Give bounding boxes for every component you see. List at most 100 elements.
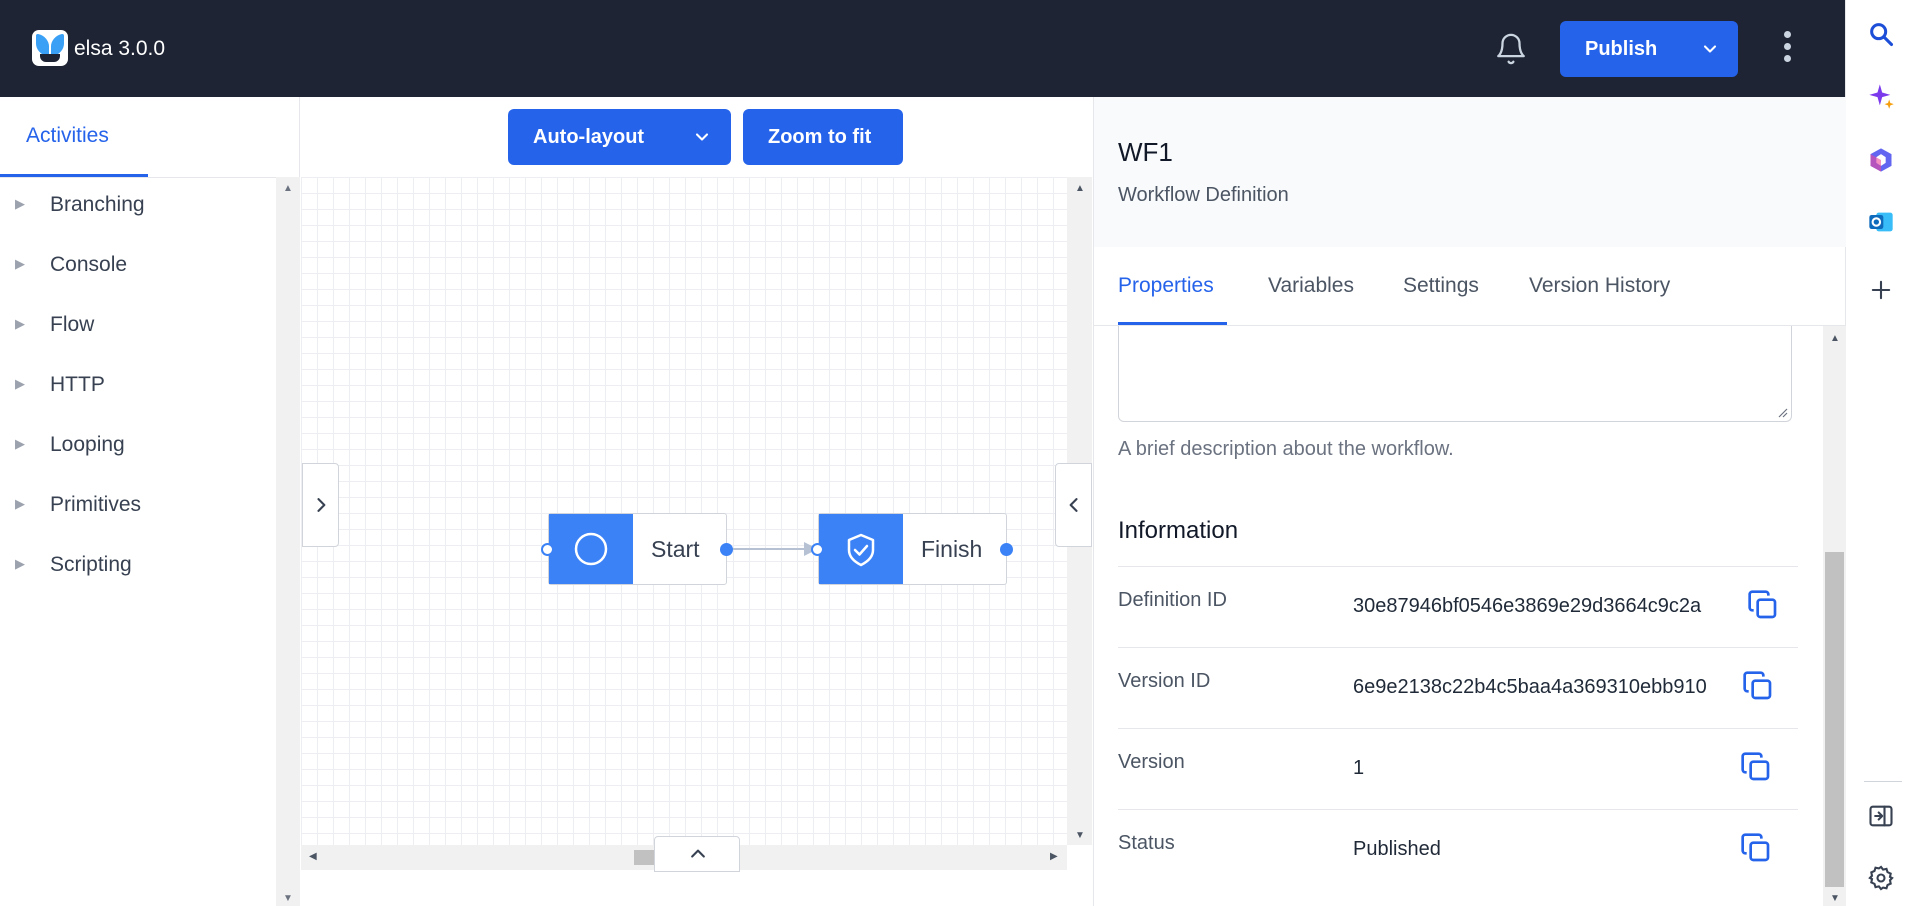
info-key: Version ID xyxy=(1118,670,1211,692)
category-label: Primitives xyxy=(50,493,142,516)
chevron-down-icon[interactable] xyxy=(692,127,712,153)
properties-panel: WF1 Workflow Definition Properties Varia… xyxy=(1093,97,1846,906)
expand-activities-panel-button[interactable] xyxy=(302,463,339,547)
expand-triangle-icon: ▶ xyxy=(15,556,25,571)
more-options-icon[interactable] xyxy=(1772,28,1802,70)
category-http[interactable]: ▶ HTTP xyxy=(0,363,276,407)
finish-output-port[interactable] xyxy=(1000,543,1013,556)
settings-icon[interactable] xyxy=(1867,864,1895,892)
scroll-down-arrow-icon[interactable]: ▼ xyxy=(1830,893,1840,904)
circle-icon xyxy=(549,514,633,584)
chevron-right-icon xyxy=(317,498,326,512)
expand-triangle-icon: ▶ xyxy=(15,256,25,271)
category-label: Console xyxy=(50,253,128,276)
properties-scrollbar[interactable]: ▲ ▼ xyxy=(1823,326,1846,906)
tab-settings[interactable]: Settings xyxy=(1403,247,1493,325)
expand-triangle-icon: ▶ xyxy=(15,436,25,451)
notifications-bell-icon[interactable] xyxy=(1494,32,1528,66)
category-looping[interactable]: ▶ Looping xyxy=(0,423,276,467)
tab-label: Version History xyxy=(1529,274,1671,297)
info-row-definition-id: Definition ID 30e87946bf0546e3869e29d366… xyxy=(1118,566,1798,647)
info-value: 1 xyxy=(1353,757,1365,779)
info-key: Status xyxy=(1118,832,1175,854)
workflow-title: WF1 xyxy=(1118,137,1173,167)
tab-version-history[interactable]: Version History xyxy=(1529,247,1689,325)
copy-icon[interactable] xyxy=(1742,670,1774,702)
category-console[interactable]: ▶ Console xyxy=(0,243,276,287)
tab-label: Properties xyxy=(1118,274,1214,297)
info-value: 30e87946bf0546e3869e29d3664c9c2a xyxy=(1353,595,1702,617)
chevron-left-icon xyxy=(1069,498,1078,512)
properties-header: WF1 Workflow Definition xyxy=(1094,97,1846,247)
tab-activities-label: Activities xyxy=(26,124,109,147)
copy-icon[interactable] xyxy=(1740,832,1772,864)
divider xyxy=(0,177,300,178)
scroll-right-arrow-icon[interactable]: ▶ xyxy=(1050,851,1058,862)
start-input-port[interactable] xyxy=(541,543,554,556)
auto-layout-label: Auto-layout xyxy=(533,126,645,148)
info-key: Definition ID xyxy=(1118,589,1227,611)
category-scripting[interactable]: ▶ Scripting xyxy=(0,543,276,587)
info-row-status: Status Published xyxy=(1118,809,1798,890)
copilot-icon[interactable] xyxy=(1867,82,1895,110)
scroll-left-arrow-icon[interactable]: ◀ xyxy=(309,851,317,862)
tab-activities[interactable]: Activities xyxy=(0,97,148,177)
copy-icon[interactable] xyxy=(1740,751,1772,783)
tab-properties[interactable]: Properties xyxy=(1118,247,1227,325)
expand-triangle-icon: ▶ xyxy=(15,376,25,391)
canvas-footer xyxy=(301,870,1092,906)
category-primitives[interactable]: ▶ Primitives xyxy=(0,483,276,527)
tab-variables[interactable]: Variables xyxy=(1268,247,1368,325)
activities-scrollbar[interactable]: ▲ ▼ xyxy=(276,177,300,906)
sidebar-toggle-icon[interactable] xyxy=(1867,802,1895,830)
node-label: Finish xyxy=(921,536,983,562)
browser-side-rail xyxy=(1845,0,1916,906)
publish-button-label: Publish xyxy=(1585,38,1658,60)
expand-bottom-panel-button[interactable] xyxy=(654,836,740,872)
publish-button[interactable]: Publish xyxy=(1560,21,1738,77)
search-icon[interactable] xyxy=(1867,20,1895,48)
info-row-version-id: Version ID 6e9e2138c22b4c5baa4a369310ebb… xyxy=(1118,647,1798,728)
scrollbar-thumb[interactable] xyxy=(1825,552,1844,887)
chevron-down-icon[interactable] xyxy=(1700,39,1720,65)
zoom-to-fit-button[interactable]: Zoom to fit xyxy=(743,109,903,165)
start-output-port[interactable] xyxy=(720,543,733,556)
description-textarea[interactable] xyxy=(1118,326,1792,422)
outlook-icon[interactable] xyxy=(1867,208,1895,236)
description-hint: A brief description about the workflow. xyxy=(1118,438,1454,460)
copy-icon[interactable] xyxy=(1747,589,1779,621)
zoom-to-fit-label: Zoom to fit xyxy=(768,126,872,148)
activities-panel: Activities ▶ Branching ▶ Console ▶ Flow … xyxy=(0,97,300,906)
expand-triangle-icon: ▶ xyxy=(15,496,25,511)
scroll-up-arrow-icon[interactable]: ▲ xyxy=(1830,333,1840,344)
category-branching[interactable]: ▶ Branching xyxy=(0,183,276,227)
category-label: Scripting xyxy=(50,553,132,576)
auto-layout-button[interactable]: Auto-layout xyxy=(508,109,731,165)
category-label: Branching xyxy=(50,193,145,216)
activity-node-finish[interactable]: Finish xyxy=(818,513,1007,585)
info-value: 6e9e2138c22b4c5baa4a369310ebb910 xyxy=(1353,676,1707,698)
expand-triangle-icon: ▶ xyxy=(15,316,25,331)
info-key: Version xyxy=(1118,751,1185,773)
scroll-down-arrow-icon[interactable]: ▼ xyxy=(283,893,293,904)
category-flow[interactable]: ▶ Flow xyxy=(0,303,276,347)
scroll-down-arrow-icon[interactable]: ▼ xyxy=(1075,830,1085,841)
shield-check-icon xyxy=(819,514,903,584)
plus-icon[interactable] xyxy=(1867,276,1895,304)
top-bar: elsa 3.0.0 Publish xyxy=(0,0,1845,97)
category-label: Flow xyxy=(50,313,95,336)
chevron-up-icon xyxy=(691,849,705,858)
microsoft365-icon[interactable] xyxy=(1867,146,1895,174)
app-title: elsa 3.0.0 xyxy=(74,37,166,60)
finish-input-port[interactable] xyxy=(811,543,824,556)
scroll-up-arrow-icon[interactable]: ▲ xyxy=(283,183,293,194)
designer-canvas-area: Auto-layout Zoom to fit Start Finish ▲ ▼ xyxy=(301,97,1092,906)
scroll-up-arrow-icon[interactable]: ▲ xyxy=(1075,183,1085,194)
activity-node-start[interactable]: Start xyxy=(548,513,727,585)
info-value: Published xyxy=(1353,838,1441,860)
workflow-canvas-grid[interactable] xyxy=(301,177,1067,845)
resize-handle-icon[interactable] xyxy=(1776,406,1788,418)
collapse-properties-panel-button[interactable] xyxy=(1055,463,1092,547)
information-heading: Information xyxy=(1118,517,1239,544)
info-row-version: Version 1 xyxy=(1118,728,1798,809)
